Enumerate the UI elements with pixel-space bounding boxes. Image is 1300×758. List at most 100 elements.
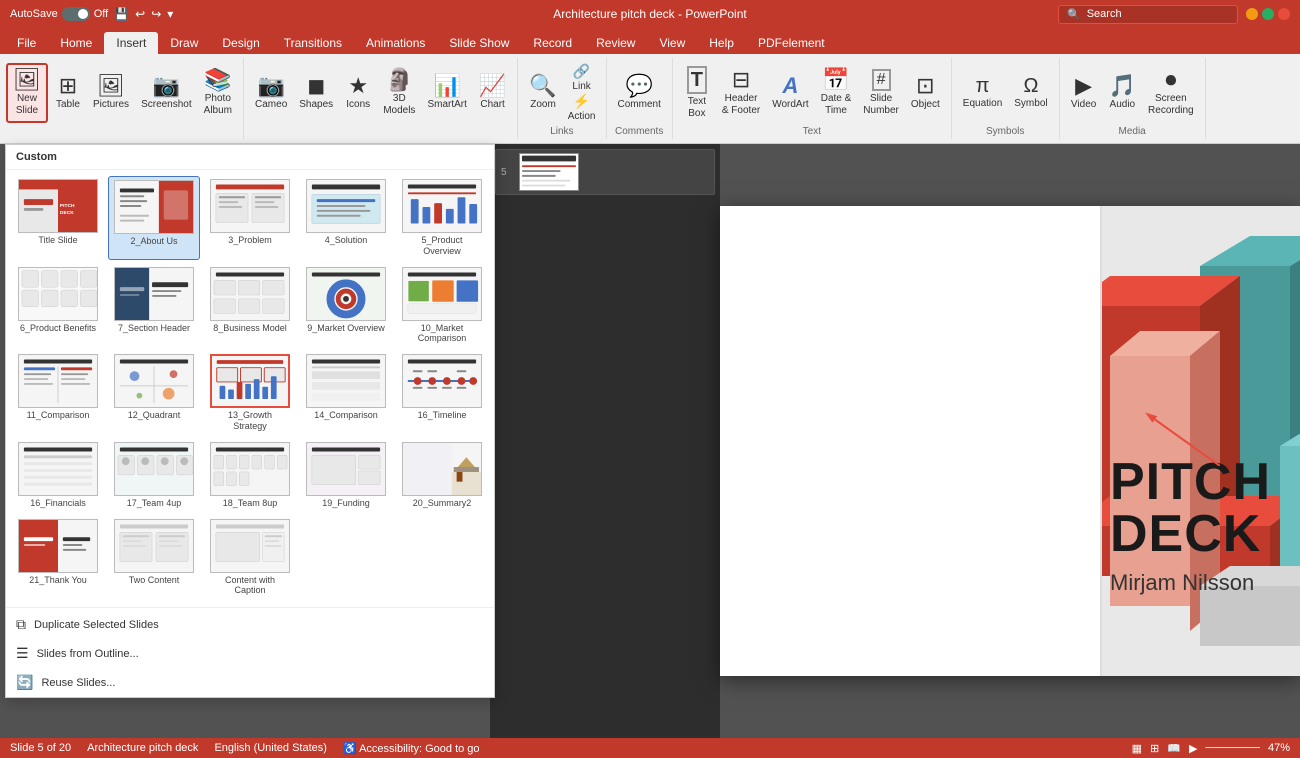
tab-slideshow[interactable]: Slide Show bbox=[437, 32, 521, 54]
layout-team4[interactable]: 17_Team 4up bbox=[108, 439, 200, 512]
3d-models-icon: 🗿 bbox=[386, 69, 413, 91]
new-slide-dropdown[interactable]: Custom PITCH DECK Title Slide bbox=[5, 144, 495, 698]
slide-panel: 5 bbox=[490, 144, 720, 738]
layout-team8-label: 18_Team 8up bbox=[223, 498, 278, 509]
tab-pdfelement[interactable]: PDFelement bbox=[746, 32, 837, 54]
duplicate-action[interactable]: ⧉ Duplicate Selected Slides bbox=[6, 610, 494, 639]
layout-comparison[interactable]: 11_Comparison bbox=[12, 351, 104, 435]
layout-comparison2[interactable]: 14_Comparison bbox=[300, 351, 392, 435]
layout-quadrant[interactable]: 12_Quadrant bbox=[108, 351, 200, 435]
chart-button[interactable]: 📈 Chart bbox=[474, 63, 511, 123]
layout-market-overview[interactable]: 9_Market Overview bbox=[300, 264, 392, 348]
layout-team8[interactable]: 18_Team 8up bbox=[204, 439, 296, 512]
maximize-button[interactable] bbox=[1262, 8, 1274, 20]
tab-review[interactable]: Review bbox=[584, 32, 647, 54]
header-footer-button[interactable]: ⊟ Header& Footer bbox=[717, 63, 765, 123]
close-button[interactable] bbox=[1278, 8, 1290, 20]
layout-thank-you[interactable]: 21_Thank You bbox=[12, 516, 104, 600]
date-time-button[interactable]: 📅 Date &Time bbox=[816, 63, 857, 123]
layout-preview-comparison bbox=[18, 354, 98, 408]
layout-product-overview[interactable]: 5_Product Overview bbox=[396, 176, 488, 260]
layout-caption[interactable]: Content with Caption bbox=[204, 516, 296, 600]
text-box-button[interactable]: T TextBox bbox=[679, 63, 715, 123]
zoom-button[interactable]: 🔍 Zoom bbox=[524, 63, 561, 123]
slide-number-button[interactable]: # SlideNumber bbox=[858, 63, 904, 123]
redo-icon[interactable]: ↪ bbox=[151, 7, 161, 21]
minimize-button[interactable] bbox=[1246, 8, 1258, 20]
layout-business-model[interactable]: 8_Business Model bbox=[204, 264, 296, 348]
normal-view-btn[interactable]: ▦ bbox=[1132, 742, 1142, 755]
slideshow-btn[interactable]: ▶ bbox=[1189, 742, 1197, 755]
layout-market-comparison[interactable]: 10_Market Comparison bbox=[396, 264, 488, 348]
layout-title-slide[interactable]: PITCH DECK Title Slide bbox=[12, 176, 104, 260]
3d-models-button[interactable]: 🗿 3DModels bbox=[378, 63, 420, 123]
layout-two-content[interactable]: Two Content bbox=[108, 516, 200, 600]
audio-button[interactable]: 🎵 Audio bbox=[1104, 63, 1141, 123]
layout-problem[interactable]: 3_Problem bbox=[204, 176, 296, 260]
tab-design[interactable]: Design bbox=[210, 32, 271, 54]
cameo-button[interactable]: 📷 Cameo bbox=[250, 63, 292, 123]
new-slide-button[interactable]: 🖼 NewSlide bbox=[6, 63, 48, 123]
slide-thumbnail-5[interactable]: 5 bbox=[495, 149, 715, 195]
dropdown-divider bbox=[6, 607, 494, 608]
shapes-button[interactable]: ◼ Shapes bbox=[294, 63, 338, 123]
autosave-state: Off bbox=[94, 8, 108, 20]
search-bar[interactable]: 🔍 Search bbox=[1058, 5, 1238, 24]
tab-draw[interactable]: Draw bbox=[158, 32, 210, 54]
slide-sorter-btn[interactable]: ⊞ bbox=[1150, 742, 1159, 755]
symbols-group-label: Symbols bbox=[986, 126, 1024, 137]
link-button[interactable]: 🔗 Link bbox=[564, 64, 600, 92]
layout-timeline[interactable]: 16_Timeline bbox=[396, 351, 488, 435]
layout-product-benefits[interactable]: 6_Product Benefits bbox=[12, 264, 104, 348]
photo-album-button[interactable]: 📚 PhotoAlbum bbox=[199, 63, 237, 123]
video-button[interactable]: ▶ Video bbox=[1066, 63, 1102, 123]
smartart-button[interactable]: 📊 SmartArt bbox=[422, 63, 471, 123]
tab-record[interactable]: Record bbox=[521, 32, 584, 54]
action-button[interactable]: ⚡ Action bbox=[564, 94, 600, 122]
layout-financials[interactable]: 16_Financials bbox=[12, 439, 104, 512]
slide-info: Slide 5 of 20 bbox=[10, 742, 71, 754]
equation-button[interactable]: π Equation bbox=[958, 63, 1007, 123]
reading-view-btn[interactable]: 📖 bbox=[1167, 742, 1181, 755]
comment-button[interactable]: 💬 Comment bbox=[613, 63, 666, 123]
customize-icon[interactable]: ▾ bbox=[167, 7, 173, 21]
outline-action[interactable]: ☰ Slides from Outline... bbox=[6, 639, 494, 668]
autosave-toggle-btn[interactable] bbox=[62, 7, 90, 21]
tab-file[interactable]: File bbox=[5, 32, 48, 54]
zoom-slider[interactable]: ─────── bbox=[1205, 742, 1260, 754]
screenshot-button[interactable]: 📷 Screenshot bbox=[136, 63, 197, 123]
save-icon[interactable]: 💾 bbox=[114, 7, 129, 21]
layout-summary-label: 20_Summary2 bbox=[413, 498, 472, 509]
tab-transitions[interactable]: Transitions bbox=[272, 32, 354, 54]
status-right: ▦ ⊞ 📖 ▶ ─────── 47% bbox=[1132, 742, 1290, 755]
audio-icon: 🎵 bbox=[1109, 75, 1136, 97]
link-icon: 🔗 bbox=[573, 63, 590, 80]
tab-help[interactable]: Help bbox=[697, 32, 746, 54]
layout-about-us[interactable]: 2_About Us bbox=[108, 176, 200, 260]
symbol-button[interactable]: Ω Symbol bbox=[1009, 63, 1052, 123]
layout-section-header[interactable]: 7_Section Header bbox=[108, 264, 200, 348]
object-button[interactable]: ⊡ Object bbox=[906, 63, 945, 123]
icons-button[interactable]: ★ Icons bbox=[340, 63, 376, 123]
undo-icon[interactable]: ↩ bbox=[135, 7, 145, 21]
comments-group-label: Comments bbox=[615, 126, 663, 137]
layout-funding[interactable]: 19_Funding bbox=[300, 439, 392, 512]
new-slide-label: NewSlide bbox=[16, 93, 38, 117]
tab-home[interactable]: Home bbox=[48, 32, 104, 54]
tab-insert[interactable]: Insert bbox=[104, 32, 158, 54]
wordart-label: WordArt bbox=[772, 99, 809, 111]
object-label: Object bbox=[911, 99, 940, 111]
autosave-toggle[interactable]: AutoSave Off bbox=[10, 7, 108, 21]
layout-growth-strategy[interactable]: 13_Growth Strategy bbox=[204, 351, 296, 435]
pictures-button[interactable]: 🖼 Pictures bbox=[88, 63, 134, 123]
layout-preview-growth bbox=[210, 354, 290, 408]
wordart-button[interactable]: A WordArt bbox=[767, 63, 814, 123]
layout-summary2[interactable]: 20_Summary2 bbox=[396, 439, 488, 512]
layout-solution[interactable]: 4_Solution bbox=[300, 176, 392, 260]
tab-view[interactable]: View bbox=[647, 32, 697, 54]
table-button[interactable]: ⊞ Table bbox=[50, 63, 86, 123]
screen-recording-button[interactable]: ⏺ ScreenRecording bbox=[1143, 63, 1199, 123]
reuse-action[interactable]: 🔄 Reuse Slides... bbox=[6, 668, 494, 697]
tab-animations[interactable]: Animations bbox=[354, 32, 437, 54]
header-footer-icon: ⊟ bbox=[732, 69, 750, 91]
